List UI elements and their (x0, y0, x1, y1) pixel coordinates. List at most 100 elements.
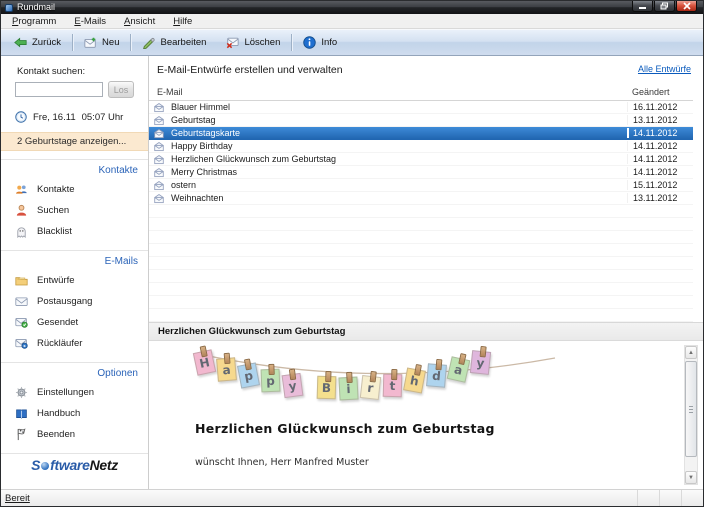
sidebar-item-label: Kontakte (37, 184, 75, 195)
menu-hilfe[interactable]: Hilfe (164, 15, 201, 28)
logo-part3: Netz (90, 457, 118, 473)
close-button[interactable] (676, 1, 697, 12)
menu-bar: Programm E-Mails Ansicht Hilfe (1, 14, 703, 29)
email-date: 14.11.2012 (627, 128, 693, 138)
info-label: Info (321, 37, 337, 48)
scroll-down-icon[interactable]: ▼ (685, 471, 697, 484)
edit-button[interactable]: Bearbeiten (132, 30, 216, 55)
current-date: Fre, 16.11 (33, 112, 76, 123)
all-drafts-link[interactable]: Alle Entwürfe (638, 64, 691, 74)
empty-row (149, 257, 693, 270)
logo-part1: S (31, 457, 40, 473)
sidebar-item-label: Entwürfe (37, 275, 75, 286)
info-button[interactable]: Info (293, 30, 347, 55)
sidebar-item-entw-rfe[interactable]: Entwürfe (1, 270, 148, 291)
email-row[interactable]: Happy Birthday14.11.2012 (149, 140, 693, 153)
contact-search-go-button[interactable]: Los (108, 81, 134, 98)
birthday-notice[interactable]: 2 Geburtstage anzeigen... (1, 132, 148, 151)
email-row[interactable]: Merry Christmas14.11.2012 (149, 166, 693, 179)
title-bar[interactable]: Rundmail (1, 1, 703, 14)
empty-row (149, 296, 693, 309)
empty-row (149, 231, 693, 244)
column-date[interactable]: Geändert (627, 87, 693, 97)
email-subject: Weihnachten (171, 193, 627, 203)
logo-dot-icon (41, 462, 49, 470)
empty-row (149, 218, 693, 231)
sidebar-item-gesendet[interactable]: Gesendet (1, 312, 148, 333)
greeting-text: Herzlichen Glückwunsch zum Geburtstag (195, 421, 495, 436)
drafts-table: E-Mail Geändert Blauer Himmel16.11.2012G… (149, 76, 693, 322)
sidebar-item-label: Handbuch (37, 408, 80, 419)
status-cell (681, 490, 703, 506)
manual-book-icon (15, 407, 28, 420)
settings-gear-icon (15, 386, 28, 399)
sidebar-item-postausgang[interactable]: Postausgang (1, 291, 148, 312)
menu-emails[interactable]: E-Mails (65, 15, 115, 28)
email-date: 16.11.2012 (627, 102, 693, 112)
email-row[interactable]: Herzlichen Glückwunsch zum Geburtstag14.… (149, 153, 693, 166)
back-icon (14, 36, 27, 49)
email-date: 13.11.2012 (627, 193, 693, 203)
sidebar-item-kontakte[interactable]: Kontakte (1, 179, 148, 200)
sidebar-divider (1, 453, 148, 454)
restore-button[interactable] (654, 1, 675, 12)
bounce-envelope-icon (15, 337, 28, 350)
new-button[interactable]: Neu (74, 30, 129, 55)
sidebar-item-blacklist[interactable]: Blacklist (1, 221, 148, 242)
sidebar-item-beenden[interactable]: Beenden (1, 424, 148, 445)
outbox-envelope-icon (15, 295, 28, 308)
minimize-icon (638, 3, 647, 10)
status-bar: Bereit (1, 489, 703, 506)
back-button[interactable]: Zurück (4, 30, 71, 55)
contact-search-input[interactable] (15, 82, 103, 97)
sent-envelope-icon (15, 316, 28, 329)
new-label: Neu (102, 37, 119, 48)
email-row[interactable]: ostern15.11.2012 (149, 179, 693, 192)
email-subject: ostern (171, 180, 627, 190)
column-email[interactable]: E-Mail (149, 87, 627, 97)
birthday-banner-image: HappyBirthday (183, 345, 563, 417)
scroll-thumb[interactable] (685, 361, 697, 457)
minimize-button[interactable] (632, 1, 653, 12)
sidebar-item-handbuch[interactable]: Handbuch (1, 403, 148, 424)
preview-scrollbar[interactable]: ▲ ▼ (684, 345, 698, 485)
preview-pane: HappyBirthday Herzlichen Glückwunsch zum… (149, 341, 703, 489)
email-subject: Blauer Himmel (171, 102, 627, 112)
banner-letter-card: d (426, 363, 447, 388)
email-row[interactable]: Geburtstag13.11.2012 (149, 114, 693, 127)
email-row[interactable]: Blauer Himmel16.11.2012 (149, 101, 693, 114)
menu-programm[interactable]: Programm (3, 15, 65, 28)
info-icon (303, 36, 316, 49)
draft-envelope-icon (153, 193, 165, 204)
contacts-icon (15, 183, 28, 196)
scroll-up-icon[interactable]: ▲ (685, 346, 697, 359)
email-row[interactable]: Weihnachten13.11.2012 (149, 192, 693, 205)
delete-button[interactable]: Löschen (216, 30, 290, 55)
draft-envelope-icon (153, 141, 165, 152)
edit-label: Bearbeiten (160, 37, 206, 48)
app-window: Rundmail Programm E-Mails Ansicht Hilfe … (0, 0, 704, 507)
table-header: E-Mail Geändert (149, 81, 693, 101)
main-panel: E-Mail-Entwürfe erstellen und verwalten … (149, 56, 703, 489)
banner-letter-card: p (261, 369, 281, 393)
contact-search-label: Kontakt suchen: (17, 66, 148, 77)
window-title: Rundmail (17, 2, 55, 13)
email-subject: Herzlichen Glückwunsch zum Geburtstag (171, 154, 627, 164)
delete-icon (226, 36, 239, 49)
content-area: Kontakt suchen: Los Fre, 16.11 05:07 Uhr… (1, 56, 703, 489)
email-subject: Geburtstagskarte (171, 128, 627, 138)
sidebar-section-e-mails: E-Mails (1, 250, 148, 270)
menu-ansicht[interactable]: Ansicht (115, 15, 164, 28)
edit-icon (142, 36, 155, 49)
draft-envelope-icon (153, 102, 165, 113)
sidebar-item-suchen[interactable]: Suchen (1, 200, 148, 221)
search-person-icon (15, 204, 28, 217)
sidebar-item-r-ckl-ufer[interactable]: Rückläufer (1, 333, 148, 354)
blacklist-ghost-icon (15, 225, 28, 238)
sidebar-item-einstellungen[interactable]: Einstellungen (1, 382, 148, 403)
empty-row (149, 270, 693, 283)
email-row[interactable]: Geburtstagskarte14.11.2012 (149, 127, 693, 140)
banner-letter-card: a (216, 357, 237, 381)
email-date: 13.11.2012 (627, 115, 693, 125)
sidebar-section-kontakte: Kontakte (1, 159, 148, 179)
